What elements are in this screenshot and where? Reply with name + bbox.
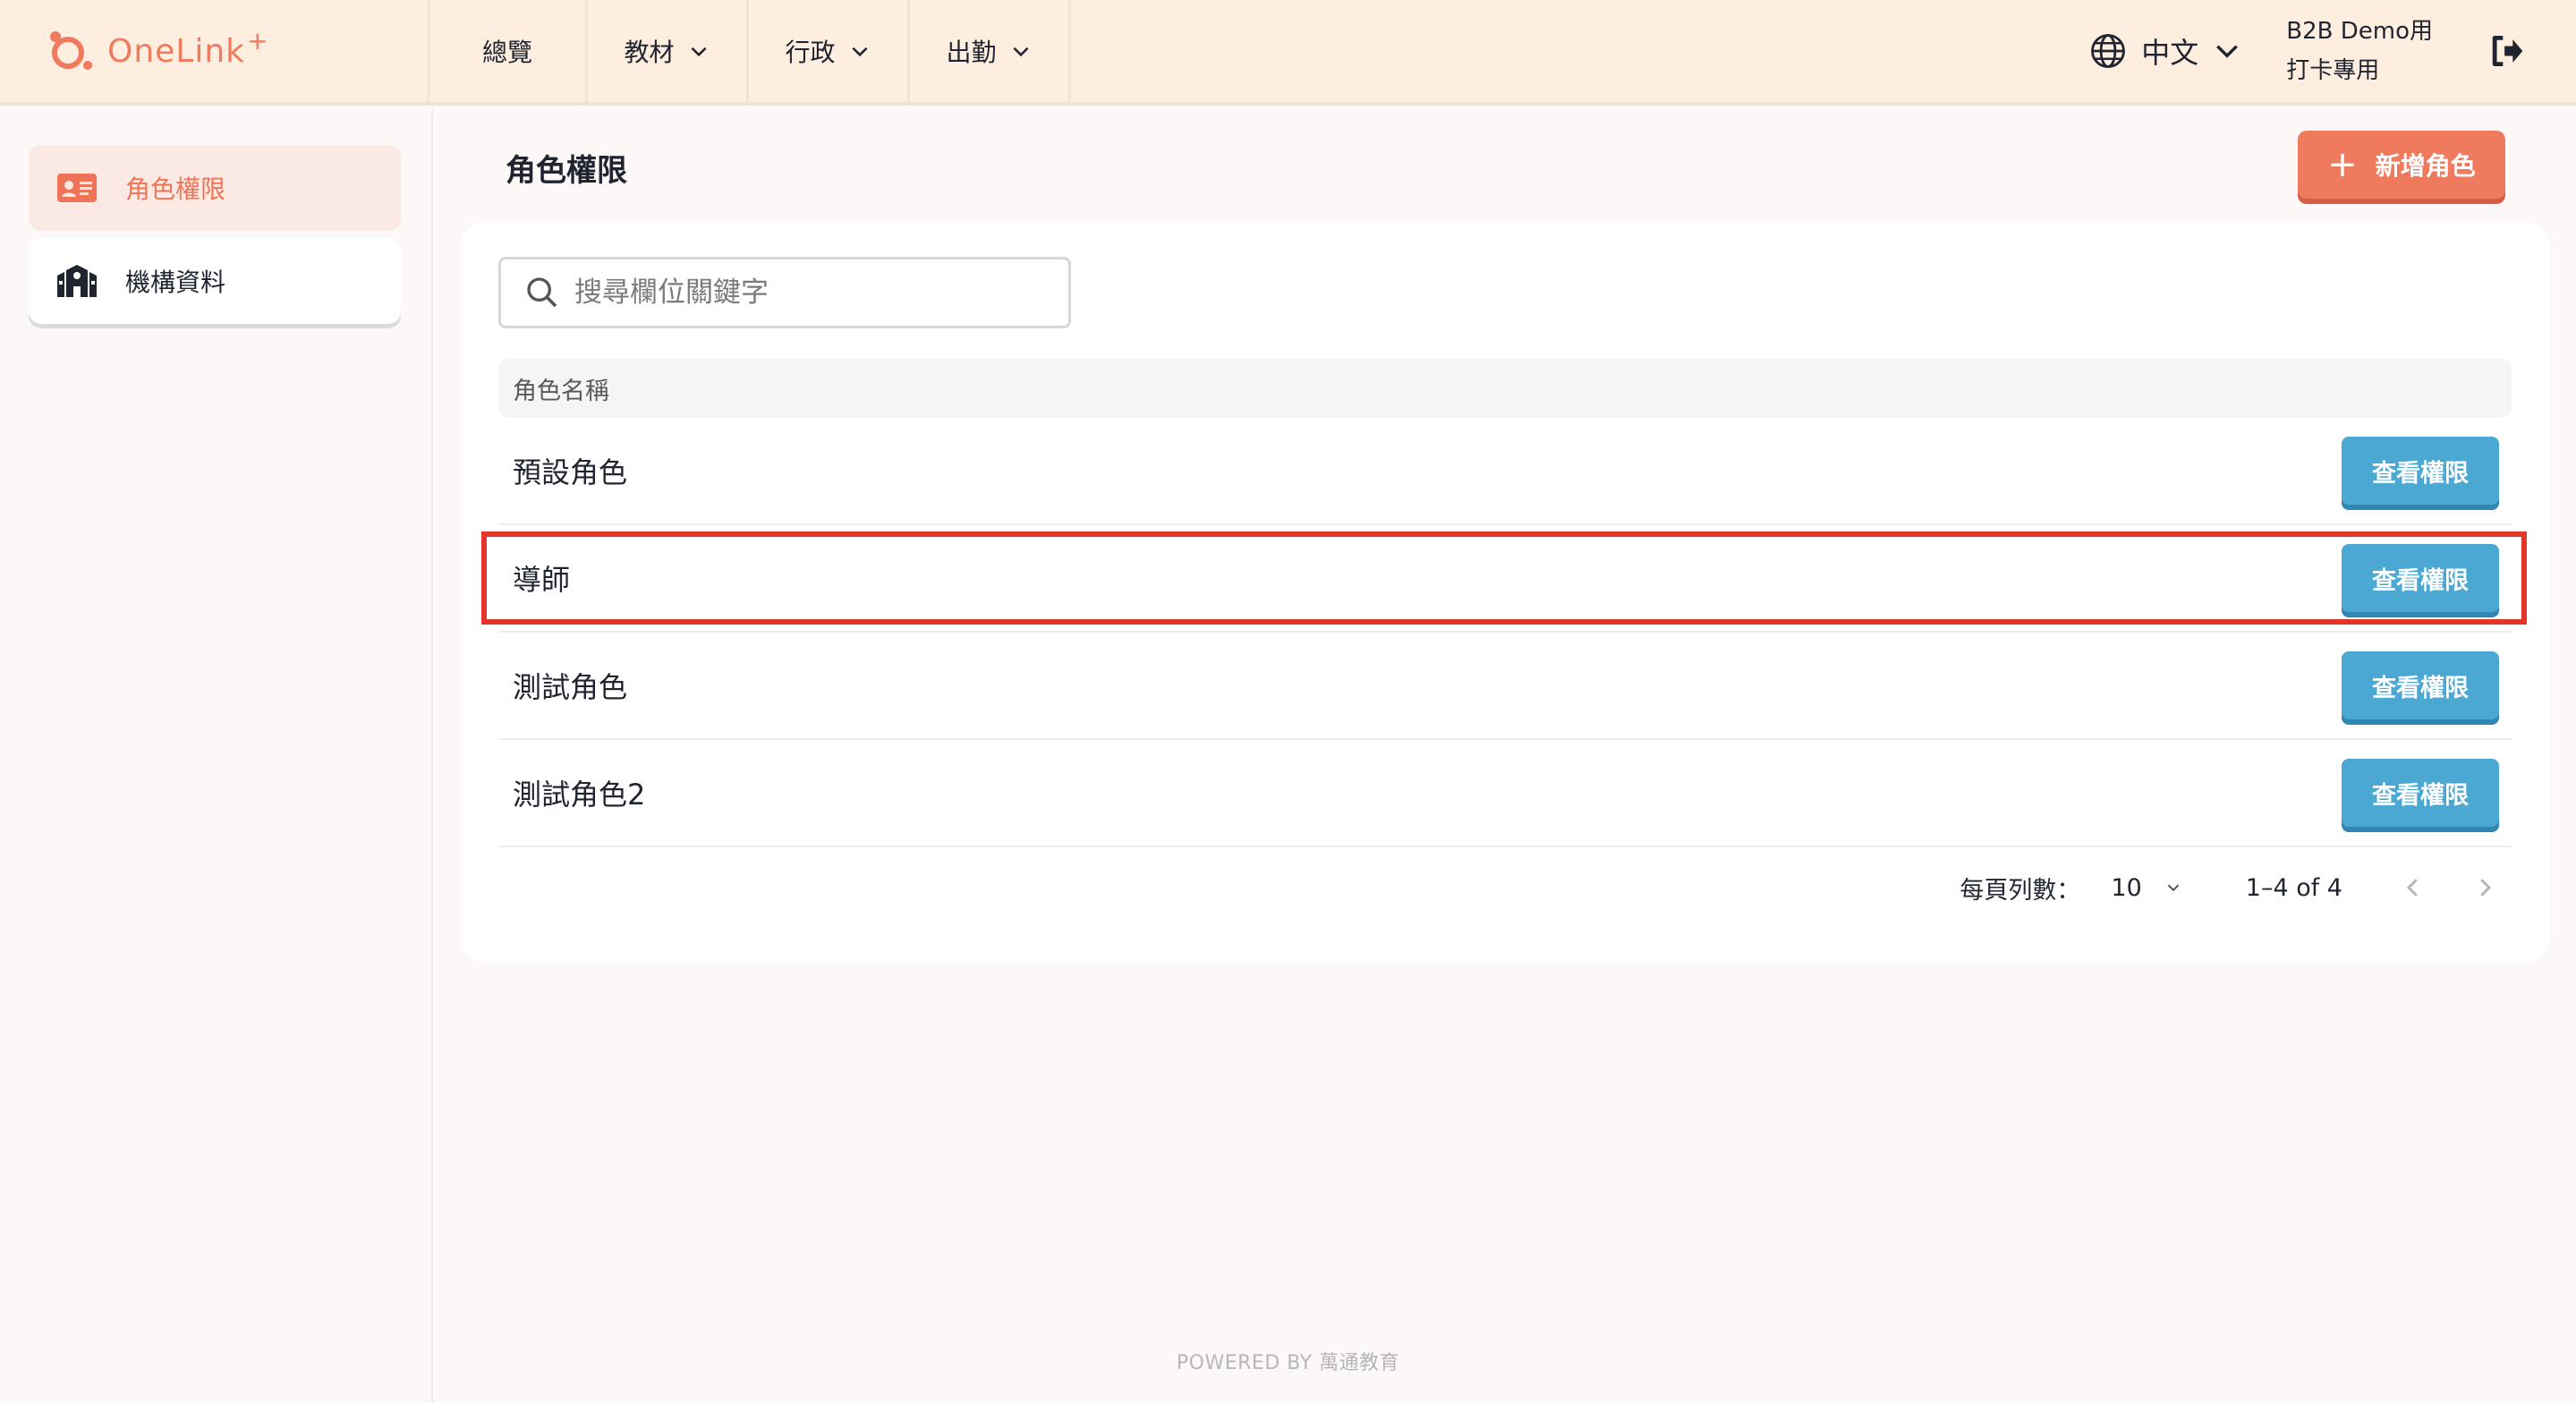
page-range: 1–4 of 4: [2245, 873, 2342, 902]
table-row: 測試角色 查看權限: [498, 633, 2512, 740]
search-input[interactable]: [574, 276, 1058, 309]
sidebar: 角色權限 機構資料: [0, 109, 433, 1403]
user-info: B2B Demo用 打卡專用: [2286, 12, 2433, 90]
view-permissions-button[interactable]: 查看權限: [2342, 651, 2499, 719]
chevron-down-icon: [851, 47, 868, 57]
table-row: 預設角色 查看權限: [498, 418, 2512, 525]
chevron-left-icon[interactable]: [2400, 874, 2427, 901]
chevron-down-icon: [690, 47, 707, 57]
chevron-right-icon[interactable]: [2471, 874, 2498, 901]
nav-item-overview[interactable]: 總覽: [429, 0, 588, 102]
main-nav: 總覽 教材 行政 出勤: [429, 0, 1071, 102]
add-role-button[interactable]: + 新增角色: [2298, 131, 2505, 199]
add-role-label: 新增角色: [2375, 151, 2476, 181]
user-subtitle: 打卡專用: [2286, 57, 2380, 84]
rows-per-page-select[interactable]: 10: [2111, 874, 2182, 902]
top-navigation-bar: OneLink + 總覽 教材 行政 出勤 中文 B2B Demo用 打卡專用: [0, 0, 2576, 106]
language-label: 中文: [2141, 36, 2199, 70]
table-row: 導師 查看權限: [498, 525, 2512, 633]
nav-item-admin[interactable]: 行政: [749, 0, 910, 102]
sidebar-item-roles[interactable]: 角色權限: [29, 145, 401, 231]
user-name: B2B Demo用: [2286, 18, 2433, 45]
pagination: 每頁列數： 10 1–4 of 4: [1960, 861, 2498, 914]
chevron-down-icon: [2167, 884, 2179, 892]
role-name: 導師: [513, 563, 571, 597]
role-name: 預設角色: [513, 455, 628, 489]
view-permissions-button[interactable]: 查看權限: [2342, 759, 2499, 827]
nav-label: 總覽: [481, 38, 532, 67]
sidebar-item-label: 角色權限: [125, 174, 226, 204]
view-permissions-button[interactable]: 查看權限: [2342, 437, 2499, 505]
logout-icon[interactable]: [2487, 31, 2526, 71]
nav-item-materials[interactable]: 教材: [588, 0, 749, 102]
role-name: 測試角色: [513, 670, 628, 704]
globe-icon: [2091, 34, 2126, 68]
table-row: 測試角色2 查看權限: [498, 740, 2512, 847]
plus-icon: +: [2327, 144, 2358, 185]
building-icon: [57, 265, 97, 297]
onelink-logo-icon: [47, 28, 100, 74]
column-header-role-name: 角色名稱: [513, 377, 609, 405]
role-name: 測試角色2: [513, 778, 646, 812]
chevron-down-icon: [2216, 45, 2239, 58]
sidebar-item-label: 機構資料: [125, 268, 226, 297]
chevron-down-icon: [1012, 47, 1029, 57]
language-selector[interactable]: 中文: [2089, 30, 2241, 72]
rows-per-page-value: 10: [2111, 873, 2142, 902]
nav-label: 行政: [785, 38, 836, 67]
nav-label: 教材: [624, 38, 675, 67]
brand-name: OneLink +: [107, 25, 269, 70]
id-card-icon: [57, 174, 97, 202]
sidebar-item-organization[interactable]: 機構資料: [29, 238, 401, 324]
footer: POWERED BY 萬通教育: [1176, 1352, 1400, 1374]
page-title: 角色權限: [506, 153, 627, 189]
table-header: 角色名稱: [498, 359, 2512, 418]
nav-label: 出勤: [946, 38, 997, 67]
topbar-right: 中文 B2B Demo用 打卡專用: [2089, 0, 2576, 102]
nav-item-attendance[interactable]: 出勤: [910, 0, 1071, 102]
view-permissions-button[interactable]: 查看權限: [2342, 544, 2499, 612]
roles-card: 角色名稱 預設角色 查看權限 導師 查看權限 測試角色 查看權限 測試角色2 查…: [461, 223, 2550, 962]
brand-logo[interactable]: OneLink +: [0, 0, 429, 102]
rows-per-page-label: 每頁列數：: [1960, 876, 2081, 905]
search-icon: [527, 277, 557, 308]
search-box[interactable]: [498, 257, 1071, 328]
